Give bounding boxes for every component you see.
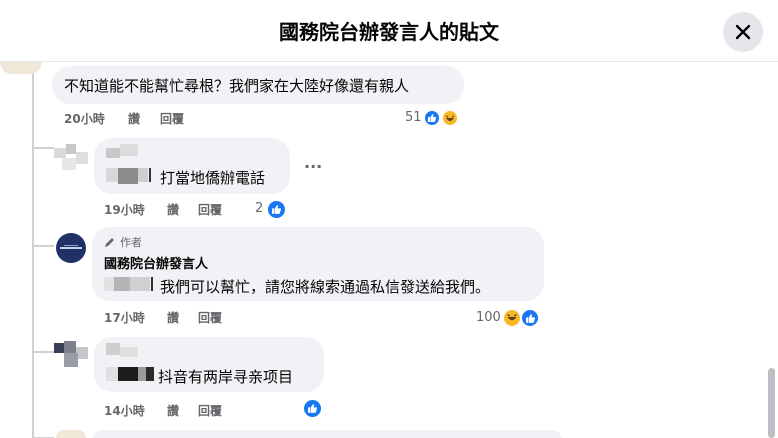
dialog-header: 國務院台辦發言人的貼文 [0,0,778,62]
reaction-count[interactable]: 51 [405,110,422,125]
like-reaction-icon[interactable] [520,308,540,328]
reply-button[interactable]: 回覆 [198,309,222,326]
comment-time[interactable]: 17小時 [104,309,145,326]
avatar[interactable] [0,62,42,74]
comment-time[interactable]: 20小時 [64,110,105,127]
comment-text: 不知道能不能幫忙尋根？我們家在大陸好像還有親人 [64,77,410,95]
like-button[interactable]: 讚 [167,402,179,419]
like-reaction-icon[interactable] [302,398,323,419]
comment-bubble: 抖音有两岸寻亲项目 [94,337,324,392]
official-logo-icon [60,245,82,249]
avatar[interactable] [54,140,90,176]
like-button[interactable]: 讚 [167,201,179,218]
comment-text: 抖音有两岸寻亲项目 [158,368,294,386]
reaction-count[interactable]: 2 [255,201,263,216]
like-reaction-icon[interactable] [266,199,287,220]
comment-time[interactable]: 19小時 [104,201,145,218]
comment-bubble: 不知道能不能幫忙尋根？我們家在大陸好像還有親人 [52,66,464,104]
reply-button[interactable]: 回覆 [198,402,222,419]
thread-branch [32,147,54,149]
author-badge: 作者 [104,235,142,249]
haha-reaction-icon[interactable] [441,109,459,127]
thread-branch [32,245,54,247]
commenter-name[interactable] [106,341,142,357]
close-icon [735,24,751,40]
reaction-count[interactable]: 100 [476,310,501,325]
reply-button[interactable]: 回覆 [160,110,184,127]
avatar[interactable] [56,233,86,263]
like-reaction-icon[interactable] [423,109,441,127]
reply-button[interactable]: 回覆 [198,201,222,218]
close-button[interactable] [723,12,763,52]
comment-time[interactable]: 14小時 [104,402,145,419]
comment-text: 我們可以幫忙，請您將線索通過私信發送給我們。 [160,278,491,296]
like-button[interactable]: 讚 [128,110,140,127]
commenter-name[interactable] [106,143,140,158]
pencil-icon [105,238,114,247]
avatar[interactable] [54,339,90,375]
like-button[interactable]: 讚 [167,309,179,326]
comment-text: 打當地僑辦電話 [160,169,266,187]
scrollbar[interactable] [768,368,775,438]
thread-branch [32,351,54,353]
more-options-button[interactable]: ··· [304,157,322,176]
comment-bubble: 作者 國務院台辦發言人 我們可以幫忙，請您將線索通過私信發送給我們。 [92,227,544,301]
author-badge-label: 作者 [120,236,142,249]
thread-line [32,62,34,438]
haha-reaction-icon[interactable] [502,308,522,328]
comment-bubble [92,430,562,438]
comment-bubble: 打當地僑辦電話 [94,138,290,194]
dialog-title: 國務院台辦發言人的貼文 [279,20,499,44]
commenter-name[interactable]: 國務院台辦發言人 [104,253,208,272]
avatar[interactable] [56,430,86,438]
